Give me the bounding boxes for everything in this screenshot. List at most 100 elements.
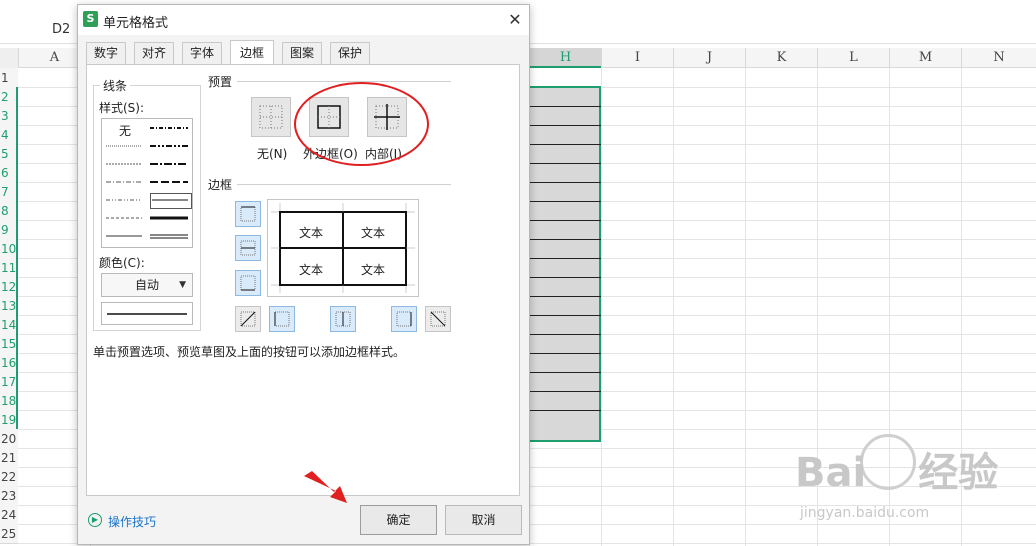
column-header-m[interactable]: M bbox=[889, 48, 961, 68]
line-preview-sample bbox=[107, 313, 187, 315]
preset-none-button[interactable] bbox=[251, 97, 291, 137]
line-style-options[interactable] bbox=[102, 119, 192, 247]
cancel-button[interactable]: 取消 bbox=[445, 505, 522, 535]
column-header-j[interactable]: J bbox=[673, 48, 745, 68]
row-header[interactable]: 11 bbox=[0, 258, 18, 278]
border-divider bbox=[237, 184, 451, 185]
border-right-icon bbox=[396, 311, 412, 327]
style-label: 样式(S): bbox=[99, 99, 145, 116]
ok-button[interactable]: 确定 bbox=[360, 505, 437, 535]
watermark-url: jingyan.baidu.com bbox=[800, 505, 930, 521]
row-header[interactable]: 20 bbox=[0, 429, 18, 449]
grid-column-line bbox=[673, 68, 674, 546]
row-header[interactable]: 23 bbox=[0, 486, 18, 506]
preview-cell-text: 文本 bbox=[299, 226, 324, 240]
preview-cell-text: 文本 bbox=[299, 263, 324, 277]
row-header[interactable]: 4 bbox=[0, 125, 18, 145]
selected-cell-border bbox=[529, 201, 601, 202]
border-diagonal-up-icon bbox=[240, 311, 256, 327]
selected-cell-border bbox=[529, 163, 601, 164]
border-middle-h-icon bbox=[240, 240, 256, 256]
row-header[interactable]: 16 bbox=[0, 353, 18, 373]
row-header[interactable]: 21 bbox=[0, 448, 18, 468]
row-header[interactable]: 14 bbox=[0, 315, 18, 335]
selected-cell-border bbox=[529, 144, 601, 145]
selected-cell-border bbox=[529, 353, 601, 354]
row-header[interactable]: 19 bbox=[0, 410, 18, 430]
color-dropdown[interactable]: 自动 ▼ bbox=[101, 273, 193, 297]
border-right-button[interactable] bbox=[391, 306, 417, 332]
border-middle-v-icon bbox=[335, 311, 351, 327]
grid-column-line bbox=[601, 68, 602, 546]
row-header[interactable]: 1 bbox=[0, 68, 18, 88]
selected-cell-border bbox=[529, 220, 601, 221]
border-diag-down-button[interactable] bbox=[425, 306, 451, 332]
dialog-title: 单元格格式 bbox=[103, 16, 169, 31]
watermark-logo: Bai 经验 bbox=[795, 440, 998, 498]
preview-cell-text: 文本 bbox=[361, 263, 386, 277]
tips-link-label: 操作技巧 bbox=[108, 515, 157, 529]
selected-cell-border bbox=[529, 182, 601, 183]
border-preview[interactable]: 文本 文本 文本 文本 bbox=[267, 199, 419, 297]
row-header[interactable]: 15 bbox=[0, 334, 18, 354]
selected-range[interactable] bbox=[529, 86, 601, 442]
column-header-k[interactable]: K bbox=[745, 48, 817, 68]
row-header[interactable]: 5 bbox=[0, 144, 18, 164]
line-style-list[interactable]: 无 bbox=[101, 118, 193, 248]
border-bottom-button[interactable] bbox=[235, 270, 261, 296]
border-top-button[interactable] bbox=[235, 201, 261, 227]
watermark-text: Bai bbox=[795, 450, 867, 496]
tab-border[interactable]: 边框 bbox=[230, 40, 274, 64]
column-header-i[interactable]: I bbox=[601, 48, 673, 68]
preset-divider bbox=[237, 81, 451, 82]
row-header[interactable]: 12 bbox=[0, 277, 18, 297]
border-left-icon bbox=[274, 311, 290, 327]
color-label: 颜色(C): bbox=[99, 254, 145, 271]
column-header-l[interactable]: L bbox=[817, 48, 889, 68]
selected-cell-border bbox=[529, 315, 601, 316]
hint-text: 单击预置选项、预览草图及上面的按钮可以添加边框样式。 bbox=[93, 345, 406, 359]
selected-cell-border bbox=[529, 125, 601, 126]
row-header[interactable]: 25 bbox=[0, 524, 18, 544]
tab-number[interactable]: 数字 bbox=[86, 42, 126, 64]
column-header-n[interactable]: N bbox=[961, 48, 1036, 68]
row-header[interactable]: 17 bbox=[0, 372, 18, 392]
selected-cell-border bbox=[529, 410, 601, 411]
annotation-circle bbox=[294, 82, 429, 166]
select-all-corner[interactable] bbox=[0, 48, 18, 68]
row-header[interactable]: 7 bbox=[0, 182, 18, 202]
row-header[interactable]: 24 bbox=[0, 505, 18, 525]
name-box[interactable]: D2 bbox=[52, 22, 70, 37]
row-header[interactable]: 3 bbox=[0, 106, 18, 126]
row-header[interactable]: 8 bbox=[0, 201, 18, 221]
border-middle-v-button[interactable] bbox=[330, 306, 356, 332]
row-header[interactable]: 6 bbox=[0, 163, 18, 183]
tab-font[interactable]: 字体 bbox=[182, 42, 222, 64]
wps-app-icon: S bbox=[83, 11, 98, 27]
column-header-h[interactable]: H bbox=[529, 48, 601, 68]
selected-cell-border bbox=[529, 106, 601, 107]
row-header[interactable]: 2 bbox=[0, 87, 18, 107]
border-middle-h-button[interactable] bbox=[235, 235, 261, 261]
tab-alignment[interactable]: 对齐 bbox=[134, 42, 174, 64]
play-icon: ▶ bbox=[88, 513, 102, 527]
tab-pattern[interactable]: 图案 bbox=[282, 42, 322, 64]
dialog-titlebar[interactable]: S 单元格格式 ✕ bbox=[78, 5, 529, 35]
preview-cell-text: 文本 bbox=[361, 226, 386, 240]
close-icon[interactable]: ✕ bbox=[506, 11, 524, 29]
row-header[interactable]: 10 bbox=[0, 239, 18, 259]
border-group-title: 边框 bbox=[205, 176, 236, 193]
border-none-icon bbox=[259, 105, 283, 129]
row-header[interactable]: 9 bbox=[0, 220, 18, 240]
line-style-selected bbox=[150, 193, 192, 209]
row-header[interactable]: 22 bbox=[0, 467, 18, 487]
selected-cell-border bbox=[529, 391, 601, 392]
border-diag-up-button[interactable] bbox=[235, 306, 261, 332]
border-top-icon bbox=[240, 206, 256, 222]
line-preview-box bbox=[101, 302, 193, 325]
row-header[interactable]: 13 bbox=[0, 296, 18, 316]
tab-protection[interactable]: 保护 bbox=[330, 42, 370, 64]
border-left-button[interactable] bbox=[269, 306, 295, 332]
border-bottom-icon bbox=[240, 275, 256, 291]
row-header[interactable]: 18 bbox=[0, 391, 18, 411]
